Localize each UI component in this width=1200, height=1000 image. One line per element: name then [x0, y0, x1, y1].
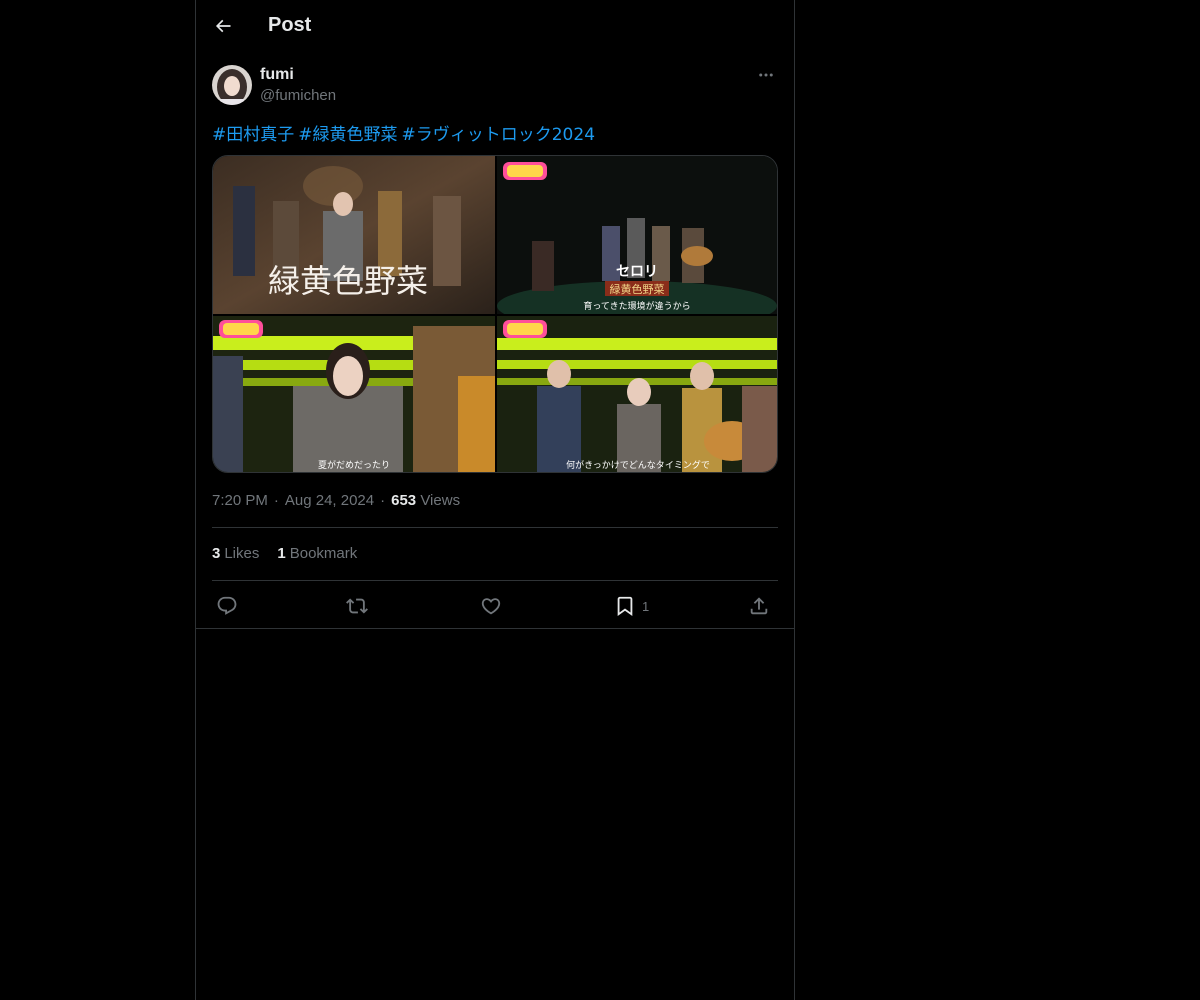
media-overlay-title: セロリ [616, 264, 658, 280]
likes-label: Likes [224, 545, 260, 562]
hashtag-link[interactable]: #緑黄色野菜 [298, 125, 397, 145]
media-caption: 夏がだめだったり [318, 459, 390, 471]
media-image-3[interactable]: 夏がだめだったり [213, 316, 495, 472]
views-count: 653 [391, 492, 417, 509]
media-grid: 緑黄色野菜 セロリ 緑黄色野菜 育ってきた環境が違うから 夏がだめだったり 何が… [212, 155, 778, 473]
more-options-button[interactable] [754, 65, 778, 85]
media-image-2[interactable]: セロリ 緑黄色野菜 育ってきた環境が違うから [497, 156, 777, 314]
media-caption: 何がきっかけでどんなタイミングで [566, 459, 710, 471]
reply-icon [217, 596, 237, 615]
bookmarks-count: 1 [277, 545, 286, 562]
media-caption: 育ってきた環境が違うから [583, 300, 690, 312]
like-button[interactable] [480, 592, 502, 620]
post-time[interactable]: 7:20 PM [212, 492, 268, 509]
likes-count: 3 [212, 545, 221, 562]
avatar[interactable] [212, 65, 252, 105]
author-header: fumi @fumichen [212, 65, 778, 109]
meta-separator: · [380, 492, 386, 509]
hashtag-link[interactable]: #ラヴィットロック2024 [402, 125, 596, 145]
bookmarks-stat[interactable]: 1 Bookmark [277, 545, 357, 562]
media-overlay-text: 緑黄色野菜 [268, 262, 428, 300]
post-date[interactable]: Aug 24, 2024 [285, 492, 374, 509]
bookmark-count: 1 [642, 598, 650, 614]
repost-button[interactable] [346, 592, 368, 620]
post-column: Post fumi @fumichen #田村真子 #緑黄色野菜 #ラヴィットロック… [195, 0, 795, 1000]
action-bar: 1 [212, 592, 778, 620]
media-image-4[interactable]: 何がきっかけでどんなタイミングで [497, 316, 777, 472]
post-meta: 7:20 PM · Aug 24, 2024 · 653 Views [212, 492, 460, 509]
author-display-name[interactable]: fumi [260, 66, 294, 84]
page-title: Post [268, 14, 312, 36]
bookmark-icon [617, 596, 633, 617]
divider [212, 580, 778, 581]
share-button[interactable] [748, 592, 770, 620]
divider [212, 527, 778, 528]
reply-button[interactable] [216, 592, 238, 620]
share-icon [750, 597, 768, 615]
bookmark-button[interactable]: 1 [614, 592, 649, 620]
bookmarks-label: Bookmark [289, 545, 358, 562]
meta-separator: · [273, 492, 279, 509]
likes-stat[interactable]: 3 Likes [212, 545, 259, 562]
media-image-1[interactable]: 緑黄色野菜 [213, 156, 495, 314]
more-horizontal-icon [759, 73, 773, 77]
author-handle[interactable]: @fumichen [260, 87, 336, 104]
back-button[interactable] [206, 9, 240, 43]
engagement-stats: 3 Likes 1 Bookmark [212, 545, 375, 562]
views-label: Views [420, 492, 461, 509]
heart-icon [481, 598, 501, 615]
tweet-text: #田村真子 #緑黄色野菜 #ラヴィットロック2024 [212, 120, 599, 145]
repost-icon [346, 598, 368, 614]
media-overlay-sub: 緑黄色野菜 [610, 282, 665, 296]
top-bar: Post [196, 0, 794, 54]
hashtag-link[interactable]: #田村真子 [212, 125, 294, 145]
divider [196, 628, 794, 629]
arrow-left-icon [215, 19, 231, 33]
